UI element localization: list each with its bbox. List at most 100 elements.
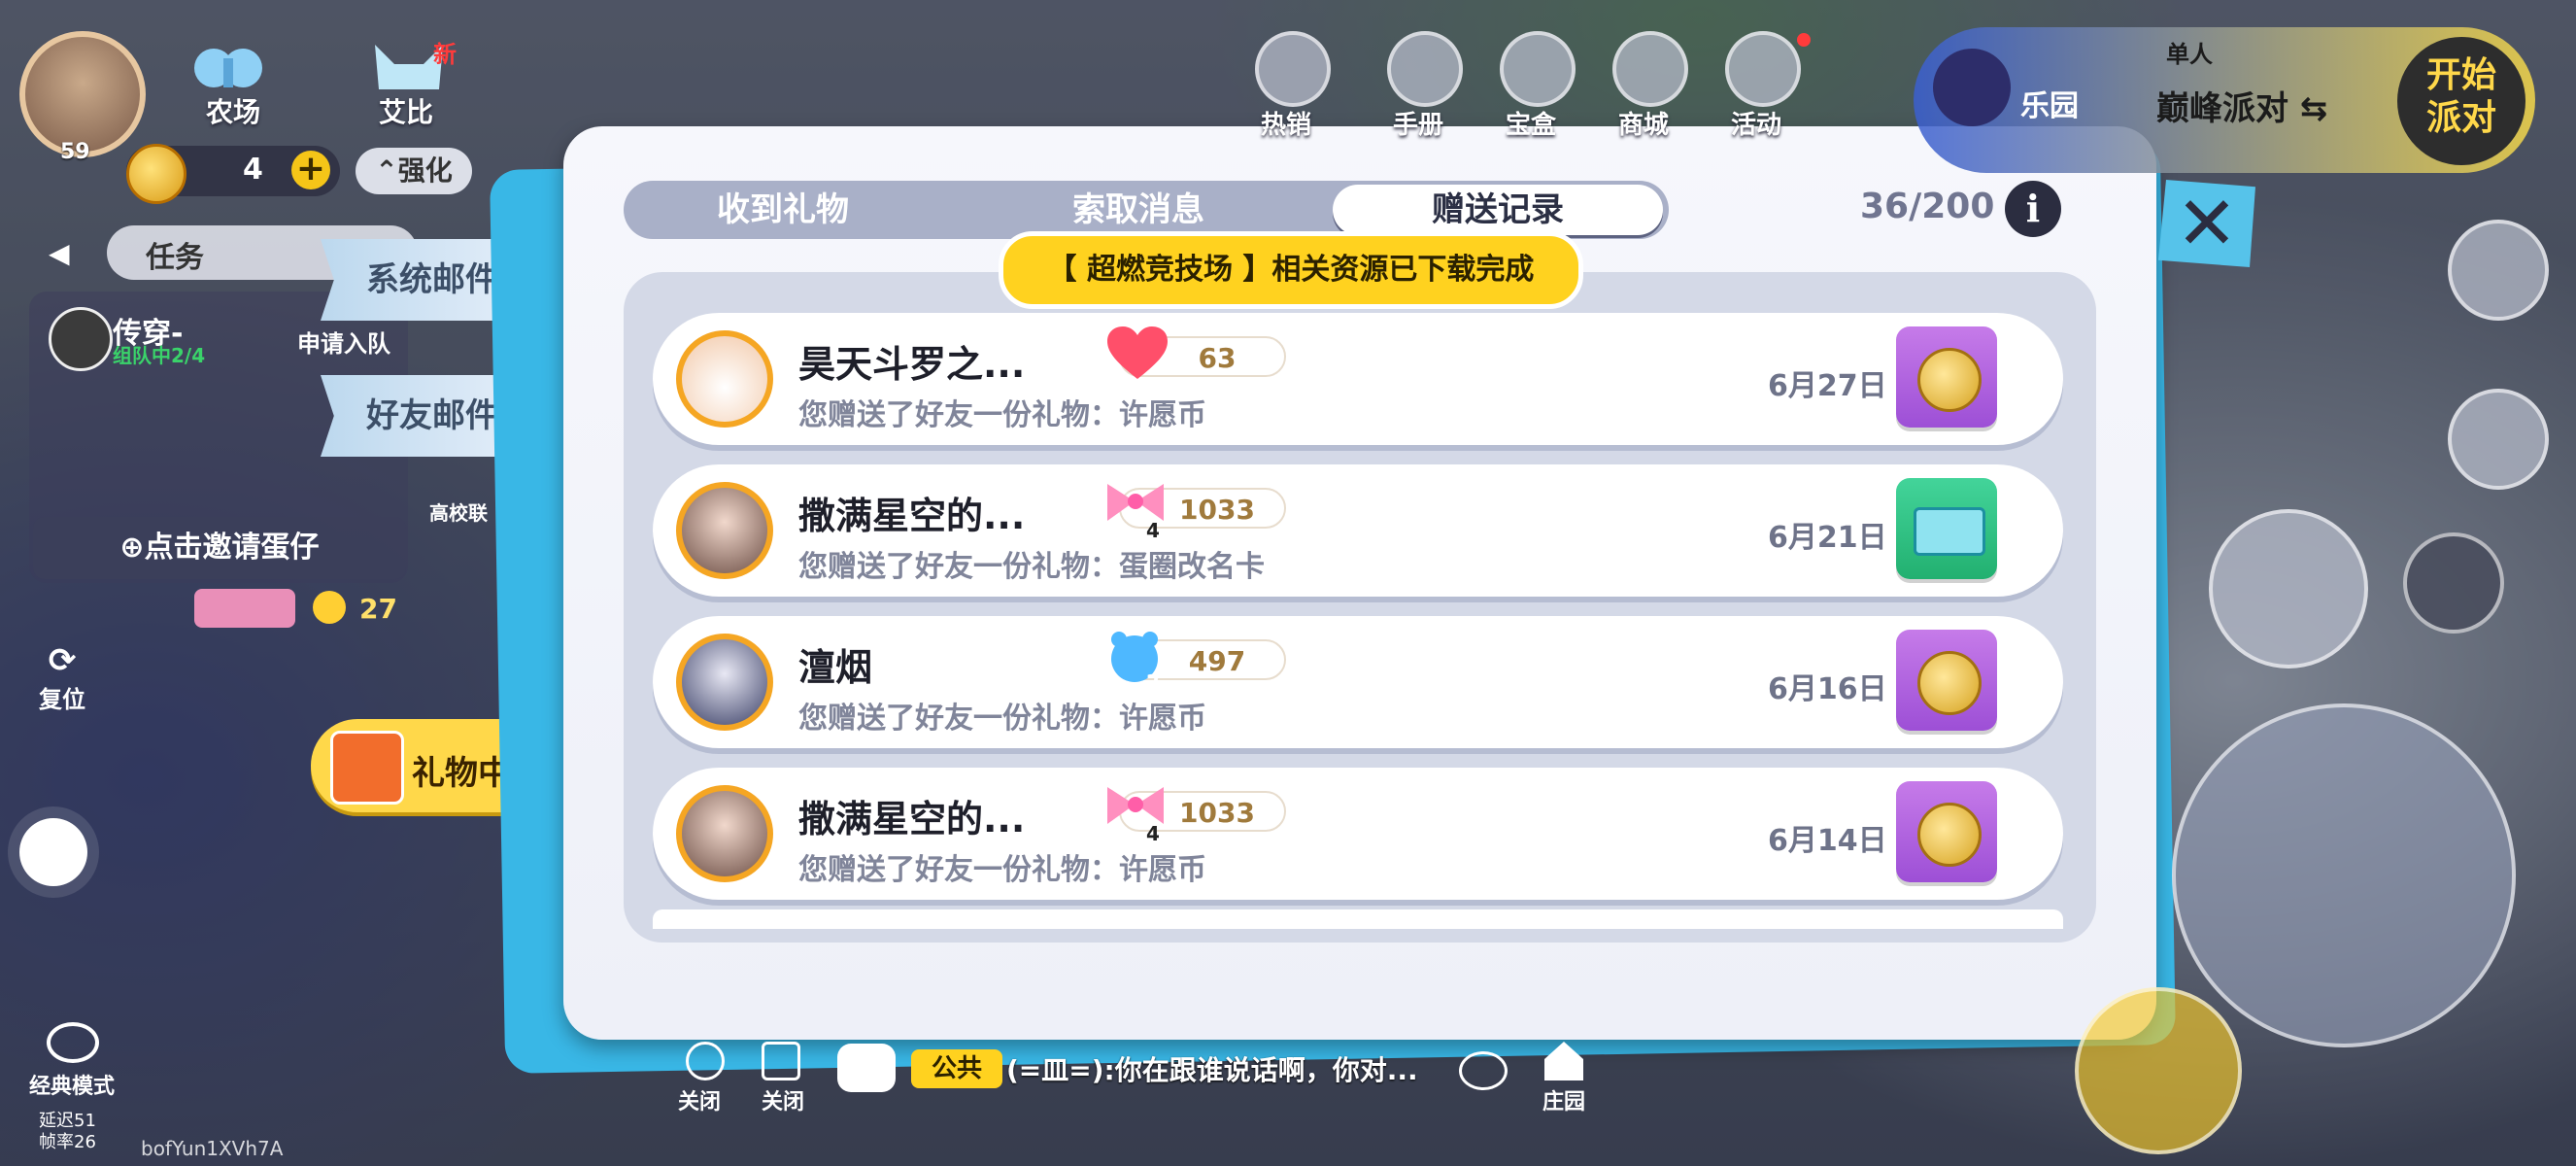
speech-icon[interactable] <box>1459 1051 1508 1090</box>
friend-name: 澶烟 <box>798 646 873 689</box>
gift-box-icon <box>330 731 404 805</box>
stat-value: 27 <box>359 593 397 625</box>
coin-icon <box>126 144 186 204</box>
tab-received-gifts[interactable]: 收到礼物 <box>618 185 948 235</box>
friend-avatar[interactable] <box>676 482 773 579</box>
close-button[interactable]: ✕ <box>2158 180 2255 267</box>
player-avatar[interactable] <box>19 31 146 157</box>
voice-close-label: 关闭 <box>678 1090 722 1115</box>
tab-send-records[interactable]: 赠送记录 <box>1333 185 1663 235</box>
start-party-button[interactable]: 开始 派对 <box>2397 37 2525 165</box>
tab-task[interactable]: 任务 <box>146 233 204 276</box>
perf-stats: 延迟51 帧率26 <box>39 1111 96 1153</box>
wish-coin-item[interactable] <box>1896 630 1997 731</box>
paradise-label[interactable]: 乐园 <box>2020 82 2079 124</box>
apply-team-button[interactable]: 申请入队 <box>297 325 390 359</box>
aibi-label: 艾比 <box>379 96 434 128</box>
gift-description: 您赠送了好友一份礼物：蛋圈改名卡 <box>798 550 1265 584</box>
sunglasses-face-icon[interactable] <box>2403 532 2504 634</box>
emote-face-icon[interactable] <box>2209 509 2368 669</box>
record-count: 36/200 <box>1860 187 1995 226</box>
friend-name: 昊天斗罗之... <box>798 343 1026 386</box>
chevron-up-icon: ⌃ <box>375 154 398 187</box>
hot-sale-icon[interactable] <box>1255 31 1331 107</box>
friend-name: 撒满星空的... <box>798 798 1026 840</box>
treasure-box-icon[interactable] <box>1500 31 1576 107</box>
team-status: 组队中2/4 <box>113 344 206 367</box>
plus-circle-icon: ⊕ <box>119 531 145 565</box>
add-coin-button[interactable]: + <box>291 151 330 189</box>
wish-coin-icon <box>1917 348 1982 412</box>
mode-select-button[interactable]: 巅峰派对 ⇆ <box>2156 82 2327 129</box>
close-icon: ✕ <box>2176 180 2238 266</box>
pink-status-pill[interactable] <box>194 589 295 628</box>
swap-icon: ⇆ <box>2299 89 2328 128</box>
fps-text: 帧率26 <box>39 1132 96 1152</box>
activity-label: 活动 <box>1731 111 1782 140</box>
box-face-icon[interactable] <box>2448 220 2549 321</box>
wish-coin-icon <box>1917 651 1982 715</box>
wish-coin-item[interactable] <box>1896 781 1997 882</box>
user-id: bofYun1XVh7A <box>141 1137 284 1160</box>
wish-coin-item[interactable] <box>1896 326 1997 428</box>
latency-text: 延迟51 <box>39 1111 96 1131</box>
handbook-label: 手册 <box>1393 111 1444 140</box>
activity-icon[interactable] <box>1725 31 1801 107</box>
list-item[interactable]: 撒满星空的... 1033 4 您赠送了好友一份礼物：许愿币 6月14日 <box>653 768 2063 900</box>
wish-coin-icon <box>1917 803 1982 867</box>
reset-button[interactable]: ⟳ 复位 <box>39 641 85 714</box>
treasure-box-label: 宝盒 <box>1506 111 1557 140</box>
train-icon[interactable] <box>2448 389 2549 490</box>
manor-label: 庄园 <box>1542 1090 1586 1115</box>
start-line2: 派对 <box>2425 98 2496 138</box>
gift-description: 您赠送了好友一份礼物：许愿币 <box>798 702 1206 736</box>
friend-avatar[interactable] <box>676 634 773 731</box>
coin-count: 4 <box>243 153 263 187</box>
joystick-handle[interactable] <box>19 818 87 886</box>
friend-avatar[interactable] <box>676 330 773 428</box>
friend-avatar[interactable] <box>676 785 773 882</box>
info-icon[interactable]: i <box>2005 181 2061 237</box>
rename-card-item[interactable] <box>1896 478 1997 579</box>
reset-label: 复位 <box>39 686 85 713</box>
school-league-label[interactable]: 高校联 <box>429 497 488 526</box>
chat-channel-badge[interactable]: 公共 <box>911 1049 1002 1088</box>
start-line1: 开始 <box>2425 55 2496 95</box>
download-notice: 【 超燃竞技场 】相关资源已下载完成 <box>999 231 1583 309</box>
refresh-icon: ⟳ <box>48 641 77 680</box>
gift-date: 6月16日 <box>1768 672 1887 706</box>
invite-button[interactable]: ⊕点击邀请蛋仔 <box>33 517 406 579</box>
wrench-icon[interactable] <box>1933 49 2011 126</box>
new-badge: 新 <box>433 41 457 68</box>
voice-icon[interactable] <box>686 1042 725 1080</box>
roll-button[interactable] <box>2075 987 2242 1154</box>
jump-button[interactable] <box>2172 703 2516 1047</box>
mode-single-label: 单人 <box>2166 41 2213 68</box>
friend-name: 撒满星空的... <box>798 495 1026 537</box>
list-row-peek <box>653 909 2063 929</box>
farm-label: 农场 <box>206 96 261 128</box>
eye-icon[interactable] <box>47 1022 99 1063</box>
list-item[interactable]: 昊天斗罗之... 63 您赠送了好友一份礼物：许愿币 6月27日 <box>653 313 2063 445</box>
chat-message[interactable]: (=皿=):你在跟谁说话啊，你对... <box>1006 1049 1418 1088</box>
heart-icon <box>1105 326 1168 381</box>
shop-bag-icon[interactable] <box>1612 31 1688 107</box>
chat-bubble-icon[interactable] <box>837 1044 896 1092</box>
hot-sale-label: 热销 <box>1261 111 1312 140</box>
invite-label: 点击邀请蛋仔 <box>144 531 320 565</box>
handbook-icon[interactable] <box>1387 31 1463 107</box>
mic-close-label: 关闭 <box>762 1090 805 1115</box>
mode-name: 巅峰派对 <box>2156 89 2288 128</box>
strengthen-button[interactable]: ⌃强化 <box>356 148 472 194</box>
list-item[interactable]: 澶烟 497 2 您赠送了好友一份礼物：许愿币 6月16日 <box>653 616 2063 748</box>
gift-level-badge: 2 <box>1146 670 1160 694</box>
list-item[interactable]: 撒满星空的... 1033 4 您赠送了好友一份礼物：蛋圈改名卡 6月21日 <box>653 464 2063 597</box>
gift-date: 6月14日 <box>1768 824 1887 858</box>
happy-face-icon <box>313 591 346 624</box>
teammate-avatar[interactable] <box>49 307 113 371</box>
back-chevron-icon[interactable]: ◀ <box>49 237 70 269</box>
mic-icon[interactable] <box>762 1042 800 1080</box>
gift-level-badge: 4 <box>1146 822 1160 845</box>
tab-request-messages[interactable]: 索取消息 <box>973 185 1304 235</box>
strengthen-label: 强化 <box>397 154 453 187</box>
